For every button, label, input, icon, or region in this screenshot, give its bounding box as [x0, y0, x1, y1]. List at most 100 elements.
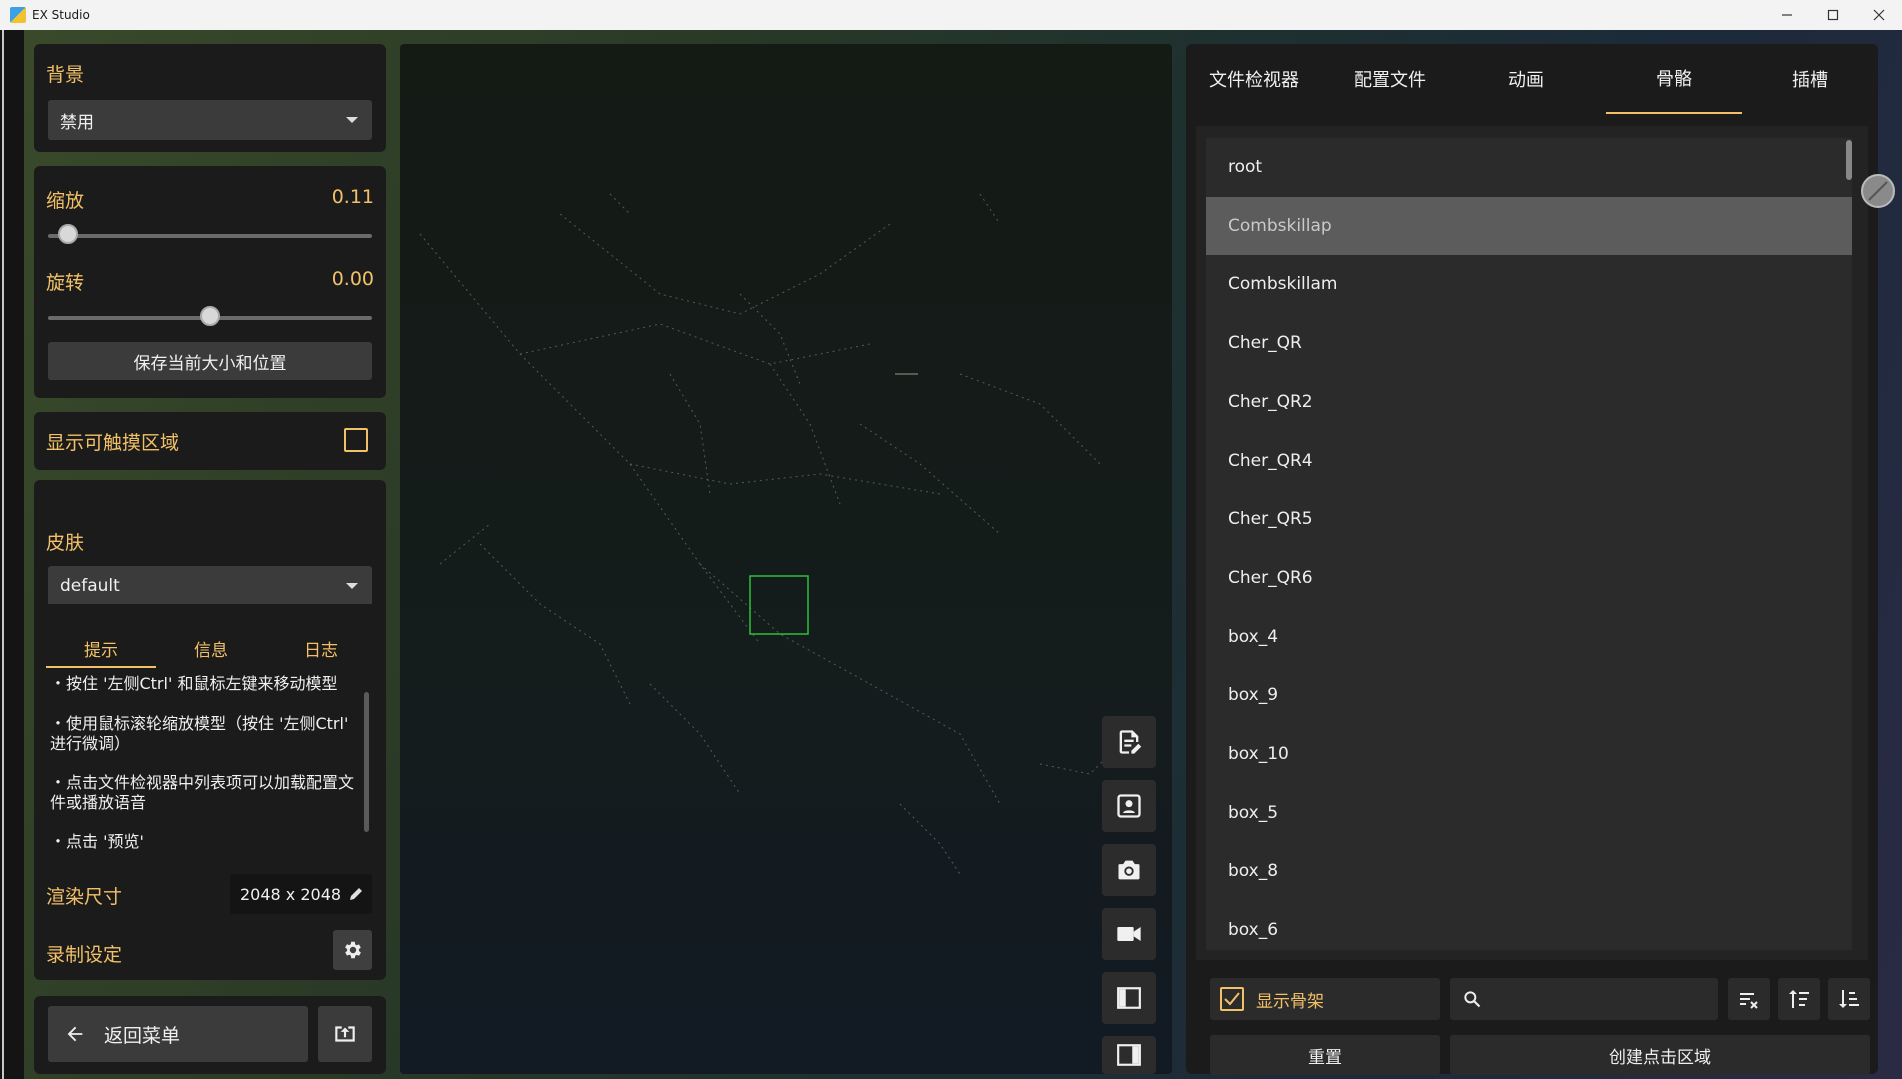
- tab-file-inspector[interactable]: 文件检视器: [1186, 44, 1322, 114]
- bone-list-item[interactable]: box_10: [1206, 725, 1852, 783]
- skin-select[interactable]: default: [48, 566, 372, 606]
- filter-clear-icon: [1740, 993, 1758, 1009]
- checkmark-icon: [1224, 992, 1240, 1006]
- scale-slider-track[interactable]: [48, 234, 372, 238]
- tab-tips[interactable]: 提示: [46, 636, 156, 668]
- clear-filter-button[interactable]: [1728, 978, 1770, 1020]
- chevron-down-icon: [346, 117, 358, 123]
- render-size-field[interactable]: 2048 x 2048: [230, 874, 372, 914]
- touch-area-label: 显示可触摸区域: [46, 432, 180, 454]
- back-panel: 返回菜单: [34, 996, 386, 1074]
- close-button[interactable]: [1856, 0, 1902, 30]
- bone-list-item[interactable]: box_6: [1206, 901, 1852, 950]
- maximize-icon: [1827, 9, 1839, 21]
- background-select[interactable]: 禁用: [48, 100, 372, 140]
- bone-list-item[interactable]: box_5: [1206, 784, 1852, 842]
- scale-slider-thumb[interactable]: [57, 224, 78, 244]
- back-to-menu-button[interactable]: 返回菜单: [48, 1006, 308, 1062]
- tab-slots[interactable]: 插槽: [1742, 44, 1878, 114]
- rotate-value: 0.00: [331, 268, 374, 290]
- show-skeleton-label: 显示骨架: [1256, 991, 1324, 1012]
- skin-select-value: default: [60, 576, 120, 596]
- tab-log[interactable]: 日志: [266, 636, 376, 668]
- skin-panel: 皮肤 default: [34, 480, 386, 618]
- record-video-tool-button[interactable]: [1102, 908, 1156, 960]
- toggle-left-panel-button[interactable]: [1102, 972, 1156, 1024]
- bone-list-item[interactable]: Cher_QR6: [1206, 549, 1852, 607]
- open-external-button[interactable]: [318, 1006, 372, 1062]
- bone-list-container: root Combskillap Combskillam Cher_QR Cher_QR…: [1196, 126, 1868, 960]
- info-panel: 提示 信息 日志 ・按住 '左侧Ctrl' 和鼠标左键来移动模型 ・使用鼠标滚轮…: [34, 604, 386, 876]
- contact-card-tool-button[interactable]: [1102, 780, 1156, 832]
- sort-descending-button[interactable]: [1828, 978, 1870, 1020]
- bone-list-item[interactable]: box_9: [1206, 666, 1852, 724]
- bone-list-item[interactable]: Cher_QR: [1206, 314, 1852, 372]
- minimize-button[interactable]: [1764, 0, 1810, 30]
- record-settings-button[interactable]: [333, 930, 372, 970]
- background-label: 背景: [46, 64, 85, 86]
- bone-name: box_9: [1228, 685, 1279, 706]
- show-skeleton-toggle[interactable]: 显示骨架: [1210, 978, 1440, 1020]
- back-to-menu-label: 返回菜单: [104, 1024, 181, 1047]
- tab-config-files[interactable]: 配置文件: [1322, 44, 1458, 114]
- tip-2: ・使用鼠标滚轮缩放模型（按住 '左侧Ctrl' 进行微调）: [50, 714, 349, 753]
- save-size-position-button[interactable]: 保存当前大小和位置: [48, 342, 372, 380]
- scale-label: 缩放: [46, 190, 85, 212]
- rotate-slider-thumb[interactable]: [200, 306, 220, 326]
- video-camera-icon: [1117, 927, 1141, 941]
- create-hit-area-button[interactable]: 创建点击区域: [1450, 1035, 1870, 1075]
- open-in-new-icon: [335, 1026, 355, 1042]
- toggle-right-panel-button[interactable]: [1102, 1036, 1156, 1074]
- bone-list-item[interactable]: root: [1206, 138, 1852, 196]
- hit-area-rect: [749, 575, 809, 635]
- bone-list-item[interactable]: Cher_QR4: [1206, 432, 1852, 490]
- close-icon: [1873, 9, 1885, 21]
- model-viewport[interactable]: [400, 44, 1172, 1074]
- maximize-button[interactable]: [1810, 0, 1856, 30]
- render-size-value: 2048 x 2048: [240, 884, 342, 904]
- bone-list-item[interactable]: Combskillam: [1206, 255, 1852, 313]
- right-panel: 文件检视器 配置文件 动画 骨骼 插槽 root Combskillap Combs…: [1186, 44, 1895, 1075]
- tips-scrollbar[interactable]: [364, 692, 369, 832]
- bone-list-item[interactable]: Cher_QR2: [1206, 373, 1852, 431]
- bone-list-item[interactable]: Cher_QR5: [1206, 490, 1852, 548]
- bone-list-item[interactable]: box_8: [1206, 842, 1852, 900]
- bone-name: Cher_QR5: [1228, 509, 1313, 530]
- render-panel: 渲染尺寸 2048 x 2048 录制设定: [34, 860, 386, 980]
- screenshot-tool-button[interactable]: [1102, 844, 1156, 896]
- file-edit-icon: [1119, 730, 1142, 754]
- workspace: 背景 禁用 缩放 0.11 旋转 0.00 保存当前大小和位置 显示可触摸区域 …: [0, 30, 1902, 1079]
- tip-1: ・按住 '左侧Ctrl' 和鼠标左键来移动模型: [50, 674, 338, 693]
- panel-left-icon: [1117, 987, 1141, 1009]
- tab-info[interactable]: 信息: [156, 636, 266, 668]
- tip-4: ・点击 '预览': [50, 832, 144, 851]
- bone-name: box_4: [1228, 626, 1279, 647]
- bone-name: box_8: [1228, 861, 1279, 882]
- pencil-icon: [350, 888, 362, 900]
- rotate-label: 旋转: [46, 272, 85, 294]
- chevron-down-icon: [346, 583, 358, 589]
- bone-list-item[interactable]: box_4: [1206, 608, 1852, 666]
- show-skeleton-checkbox[interactable]: [1220, 987, 1244, 1011]
- left-edge-strip: [0, 30, 24, 1079]
- bone-name: Cher_QR2: [1228, 391, 1313, 412]
- tab-animation[interactable]: 动画: [1458, 44, 1594, 114]
- render-size-label: 渲染尺寸: [46, 886, 123, 908]
- file-edit-tool-button[interactable]: [1102, 716, 1156, 768]
- touch-area-panel: 显示可触摸区域: [34, 412, 386, 470]
- gear-icon: [344, 941, 361, 959]
- sort-ascending-button[interactable]: [1778, 978, 1820, 1020]
- bone-list-item[interactable]: Combskillap: [1206, 196, 1852, 255]
- bone-name: Combskillam: [1228, 274, 1338, 295]
- bone-list-scrollbar[interactable]: [1846, 140, 1852, 180]
- reset-button[interactable]: 重置: [1210, 1035, 1440, 1075]
- panel-right-icon: [1117, 1044, 1141, 1066]
- skeleton-wireframe: [419, 193, 1121, 875]
- panel-resize-handle[interactable]: [1861, 174, 1895, 208]
- bone-search-input[interactable]: [1450, 978, 1718, 1020]
- touch-area-checkbox[interactable]: [344, 428, 368, 452]
- tab-bones[interactable]: 骨骼: [1606, 44, 1742, 114]
- bone-name: root: [1228, 157, 1263, 177]
- record-settings-label: 录制设定: [46, 944, 123, 966]
- camera-icon: [1118, 860, 1140, 880]
